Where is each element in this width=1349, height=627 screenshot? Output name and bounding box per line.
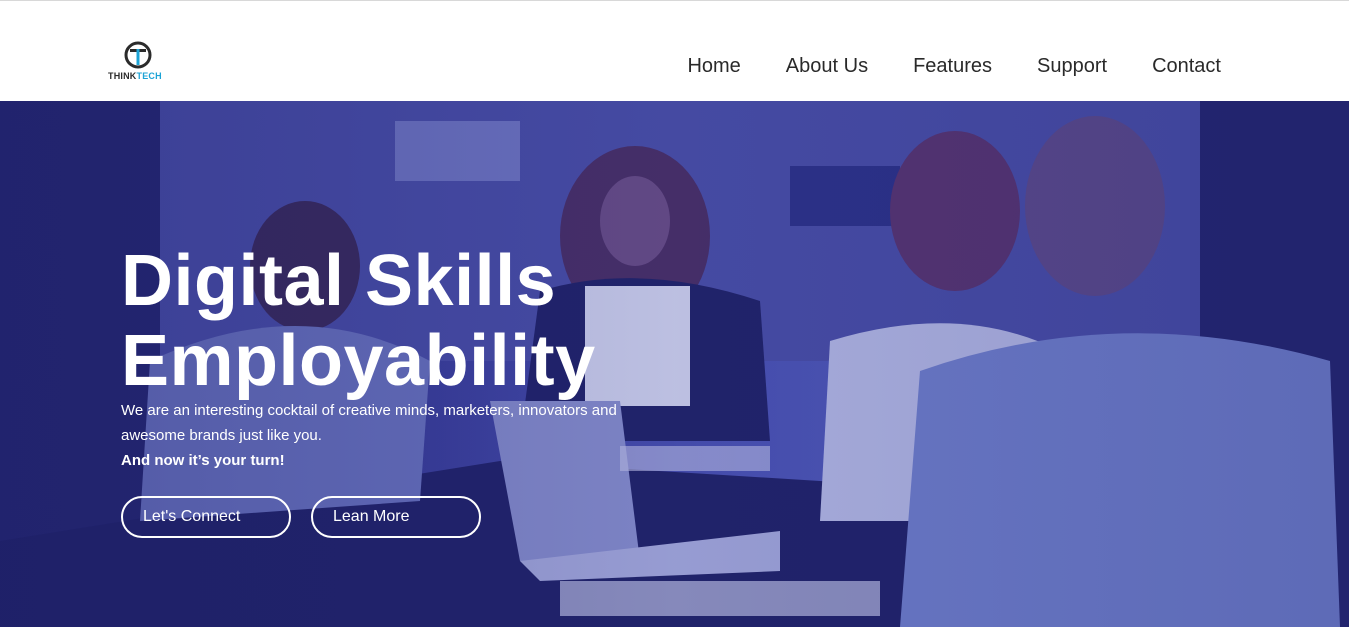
- logo-wordmark: THINKTECH: [108, 71, 162, 81]
- hero-subtitle-text: We are an interesting cocktail of creati…: [121, 402, 617, 444]
- hero-subtitle-bold: And now it’s your turn!: [121, 452, 285, 469]
- nav-features[interactable]: Features: [913, 55, 992, 78]
- lets-connect-button[interactable]: Let's Connect: [121, 496, 291, 538]
- hero-title-line1: Digital Skills: [121, 241, 557, 321]
- hero-subtitle: We are an interesting cocktail of creati…: [121, 398, 641, 473]
- hero-title: Digital Skills Employability: [121, 241, 596, 401]
- hero-title-line2: Employability: [121, 321, 596, 401]
- logo-mark-icon: [124, 41, 152, 69]
- learn-more-button[interactable]: Lean More: [311, 496, 481, 538]
- nav-contact[interactable]: Contact: [1152, 55, 1221, 78]
- main-nav: Home About Us Features Support Contact: [687, 55, 1221, 78]
- hero-section: Digital Skills Employability We are an i…: [0, 101, 1349, 627]
- nav-about-us[interactable]: About Us: [786, 55, 868, 78]
- nav-home[interactable]: Home: [687, 55, 740, 78]
- site-header: THINKTECH Home About Us Features Support…: [0, 1, 1349, 101]
- nav-support[interactable]: Support: [1037, 55, 1107, 78]
- brand-logo[interactable]: THINKTECH: [108, 41, 170, 85]
